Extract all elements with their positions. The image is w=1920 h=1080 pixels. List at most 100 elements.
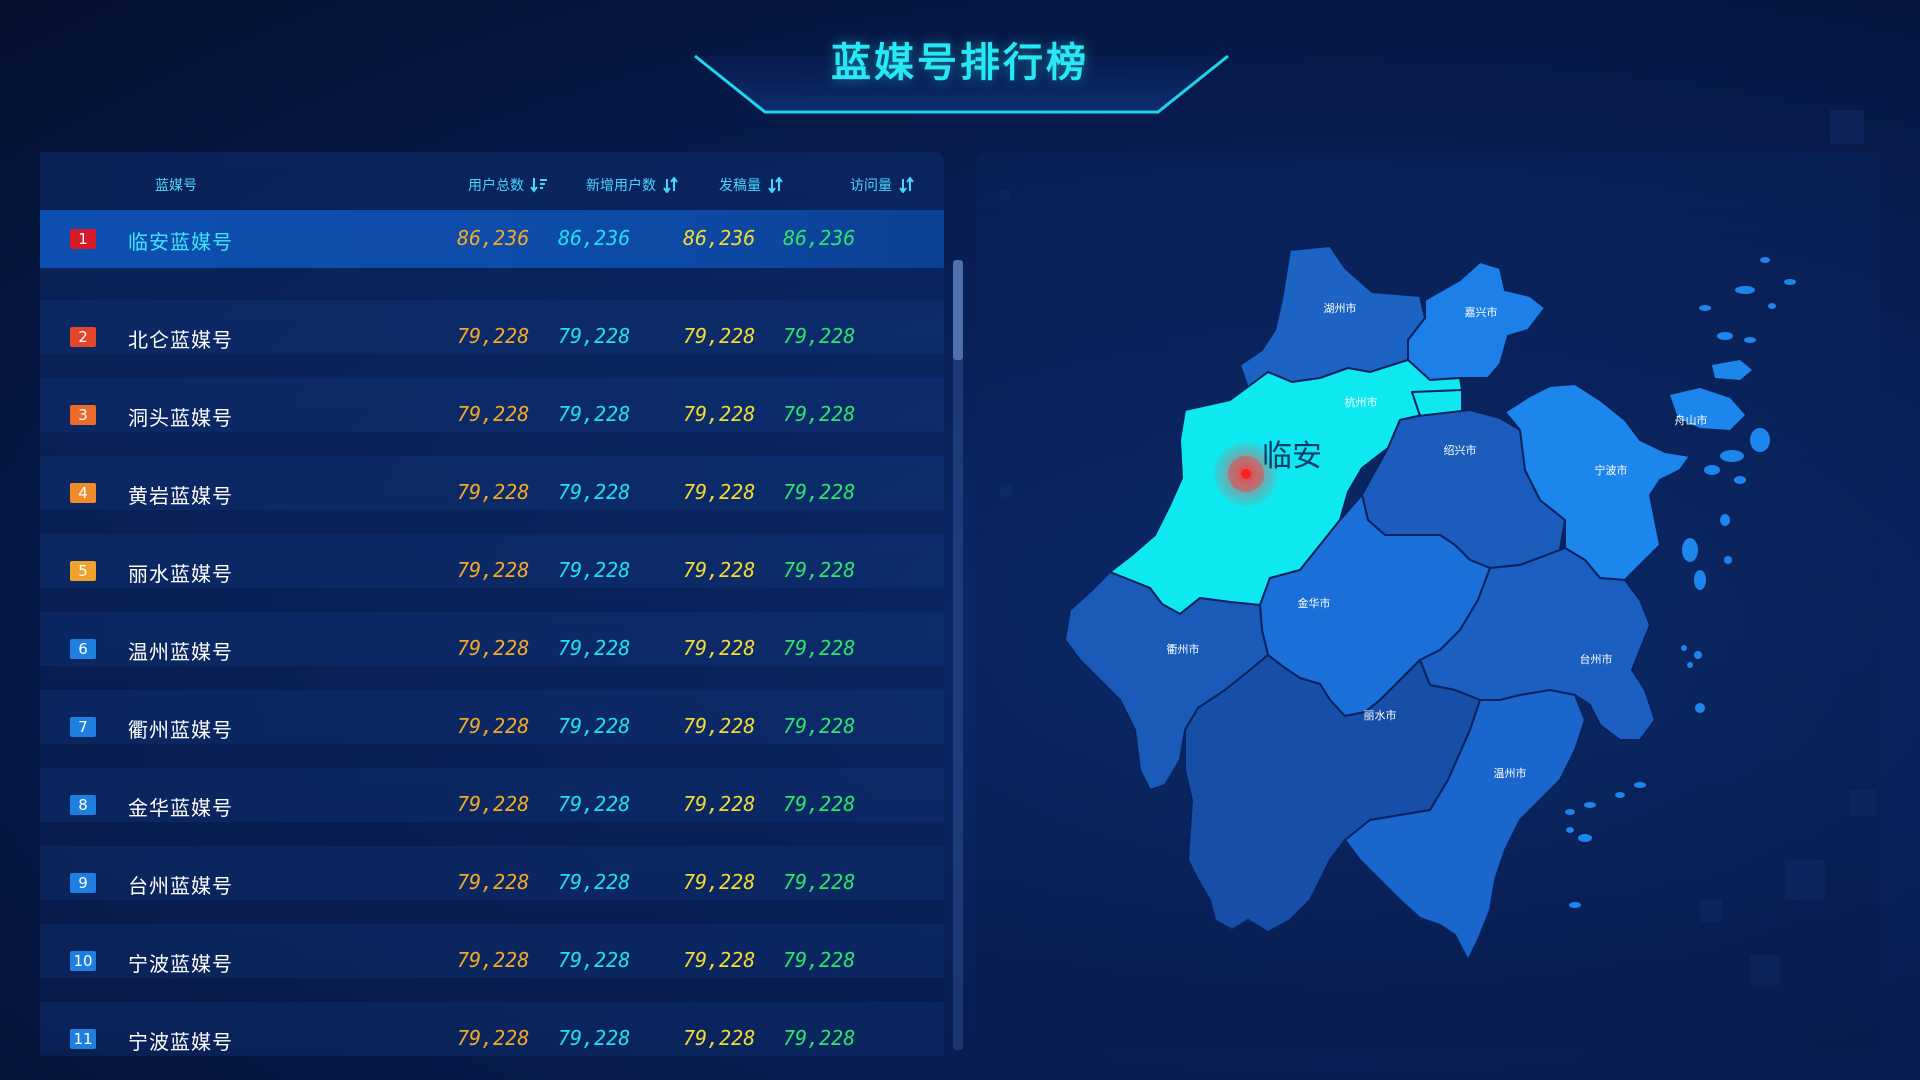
- label-wenzhou: 温州市: [1494, 766, 1527, 780]
- table-row[interactable]: 4 黄岩蓝媒号 79,228 79,228 79,228 79,228: [40, 444, 944, 522]
- table-row[interactable]: 1 临安蓝媒号 86,236 86,236 86,236 86,236: [40, 210, 944, 268]
- label-zhoushan: 舟山市: [1675, 413, 1708, 427]
- col-header-name-label: 蓝媒号: [155, 178, 197, 194]
- label-jinhua: 金华市: [1298, 596, 1331, 610]
- cell-visits: 79,228: [783, 1026, 856, 1050]
- col-header-total-users-label: 用户总数: [468, 178, 524, 194]
- cell-posts: 79,228: [683, 714, 756, 738]
- col-header-visits[interactable]: 访问量: [850, 175, 916, 195]
- rank-badge: 4: [70, 483, 96, 503]
- table-scrollbar-thumb[interactable]: [953, 260, 963, 360]
- row-name: 宁波蓝媒号: [128, 952, 233, 976]
- region-jiaxing[interactable]: [1407, 261, 1546, 381]
- rank-badge: 8: [70, 795, 96, 815]
- rank-badge: 2: [70, 327, 96, 347]
- table-row[interactable]: 3 洞头蓝媒号 79,228 79,228 79,228 79,228: [40, 366, 944, 444]
- col-header-posts[interactable]: 发稿量: [719, 175, 785, 195]
- cell-posts: 79,228: [683, 792, 756, 816]
- row-name: 北仑蓝媒号: [128, 328, 233, 352]
- cell-visits: 79,228: [783, 480, 856, 504]
- label-quzhou: 衢州市: [1167, 642, 1200, 656]
- label-jiaxing: 嘉兴市: [1465, 305, 1498, 319]
- row-name: 衢州蓝媒号: [128, 718, 233, 742]
- cell-posts: 79,228: [683, 948, 756, 972]
- col-header-visits-label: 访问量: [850, 178, 892, 194]
- cell-posts: 79,228: [683, 870, 756, 894]
- header: 蓝媒号排行榜: [0, 0, 1920, 130]
- label-taizhou: 台州市: [1580, 652, 1613, 666]
- table-row[interactable]: 9 台州蓝媒号 79,228 79,228 79,228 79,228: [40, 834, 944, 912]
- cell-visits: 86,236: [783, 226, 856, 250]
- ranking-table: 蓝媒号 用户总数 新增用户数 发稿量 访问量 1 临安蓝媒号 86,236 86…: [40, 152, 944, 1056]
- table-row[interactable]: 10 宁波蓝媒号 79,228 79,228 79,228 79,228: [40, 912, 944, 990]
- cell-visits: 79,228: [783, 402, 856, 426]
- cell-posts: 79,228: [683, 1026, 756, 1050]
- cell-total: 79,228: [457, 636, 530, 660]
- table-row[interactable]: 8 金华蓝媒号 79,228 79,228 79,228 79,228: [40, 756, 944, 834]
- table-row[interactable]: 5 丽水蓝媒号 79,228 79,228 79,228 79,228: [40, 522, 944, 600]
- cell-new: 79,228: [558, 714, 631, 738]
- table-row[interactable]: 7 衢州蓝媒号 79,228 79,228 79,228 79,228: [40, 678, 944, 756]
- col-header-posts-label: 发稿量: [719, 178, 761, 194]
- cell-new: 79,228: [558, 636, 631, 660]
- cell-total: 79,228: [457, 870, 530, 894]
- label-ningbo: 宁波市: [1595, 463, 1628, 477]
- cell-total: 79,228: [457, 558, 530, 582]
- col-header-total-users[interactable]: 用户总数: [468, 175, 548, 195]
- table-row[interactable]: 6 温州蓝媒号 79,228 79,228 79,228 79,228: [40, 600, 944, 678]
- sort-toggle-icon[interactable]: [767, 177, 785, 193]
- label-shaoxing: 绍兴市: [1444, 443, 1477, 457]
- table-header: 蓝媒号 用户总数 新增用户数 发稿量 访问量: [40, 152, 944, 210]
- row-name: 台州蓝媒号: [128, 874, 233, 898]
- label-hangzhou: 杭州市: [1345, 395, 1378, 409]
- cell-new: 79,228: [558, 1026, 631, 1050]
- cell-visits: 79,228: [783, 324, 856, 348]
- cell-new: 86,236: [558, 226, 631, 250]
- cell-total: 79,228: [457, 714, 530, 738]
- rank-badge: 3: [70, 405, 96, 425]
- cell-visits: 79,228: [783, 714, 856, 738]
- row-name: 金华蓝媒号: [128, 796, 233, 820]
- cell-posts: 79,228: [683, 558, 756, 582]
- cell-posts: 79,228: [683, 480, 756, 504]
- cell-total: 79,228: [457, 1026, 530, 1050]
- cell-new: 79,228: [558, 480, 631, 504]
- row-name: 宁波蓝媒号: [128, 1030, 233, 1054]
- cell-visits: 79,228: [783, 636, 856, 660]
- cell-new: 79,228: [558, 870, 631, 894]
- map-panel: 湖州市 嘉兴市 杭州市 舟山市 绍兴市 宁波市 金华市 衢州市 台州市 丽水市 …: [976, 152, 1880, 1050]
- rank-badge: 1: [70, 229, 96, 249]
- sort-desc-icon[interactable]: [530, 177, 548, 193]
- table-row[interactable]: 11 宁波蓝媒号 79,228 79,228 79,228 79,228: [40, 990, 944, 1068]
- row-name: 丽水蓝媒号: [128, 562, 233, 586]
- cell-new: 79,228: [558, 324, 631, 348]
- rank-badge: 5: [70, 561, 96, 581]
- cell-total: 86,236: [457, 226, 530, 250]
- table-body: 1 临安蓝媒号 86,236 86,236 86,236 86,236 2 北仑蓝媒号 79,2…: [40, 210, 944, 1068]
- row-name: 临安蓝媒号: [128, 230, 233, 254]
- cell-total: 79,228: [457, 948, 530, 972]
- highlight-label: 临安: [1262, 439, 1322, 474]
- sort-toggle-icon[interactable]: [898, 177, 916, 193]
- label-lishui: 丽水市: [1364, 708, 1397, 722]
- cell-new: 79,228: [558, 792, 631, 816]
- label-huzhou: 湖州市: [1324, 301, 1357, 315]
- cell-new: 79,228: [558, 558, 631, 582]
- cell-new: 79,228: [558, 402, 631, 426]
- rank-badge: 9: [70, 873, 96, 893]
- cell-new: 79,228: [558, 948, 631, 972]
- cell-posts: 86,236: [683, 226, 756, 250]
- table-row[interactable]: 2 北仑蓝媒号 79,228 79,228 79,228 79,228: [40, 288, 944, 366]
- cell-visits: 79,228: [783, 870, 856, 894]
- col-header-new-users[interactable]: 新增用户数: [586, 175, 680, 195]
- row-name: 黄岩蓝媒号: [128, 484, 233, 508]
- rank-badge: 6: [70, 639, 96, 659]
- sort-toggle-icon[interactable]: [662, 177, 680, 193]
- cell-visits: 79,228: [783, 558, 856, 582]
- cell-posts: 79,228: [683, 324, 756, 348]
- table-scrollbar[interactable]: [953, 260, 963, 1050]
- col-header-name: 蓝媒号: [155, 175, 197, 195]
- cell-total: 79,228: [457, 480, 530, 504]
- row-name: 温州蓝媒号: [128, 640, 233, 664]
- cell-posts: 79,228: [683, 636, 756, 660]
